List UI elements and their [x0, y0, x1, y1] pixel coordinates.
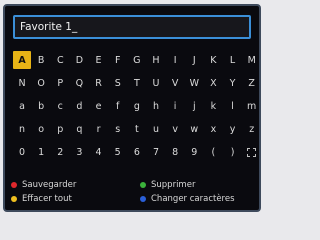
key-f[interactable]: f: [109, 97, 127, 115]
key-H[interactable]: H: [147, 51, 165, 69]
key-y[interactable]: y: [224, 121, 242, 139]
key-8[interactable]: 8: [166, 144, 184, 162]
key-B[interactable]: B: [32, 51, 50, 69]
key-open-paren[interactable]: (: [204, 144, 222, 162]
name-input[interactable]: Favorite 1_: [13, 15, 251, 39]
key-o[interactable]: o: [32, 121, 50, 139]
space-icon: [247, 148, 257, 158]
key-O[interactable]: O: [32, 74, 50, 92]
key-L[interactable]: L: [224, 51, 242, 69]
key-5[interactable]: 5: [109, 144, 127, 162]
key-w[interactable]: w: [185, 121, 203, 139]
key-k[interactable]: k: [204, 97, 222, 115]
key-Y[interactable]: Y: [224, 74, 242, 92]
key-T[interactable]: T: [128, 74, 146, 92]
legend-clear-all-label: Effacer tout: [22, 194, 72, 204]
key-Z[interactable]: Z: [243, 74, 259, 92]
yellow-button-icon: [11, 196, 17, 202]
key-z[interactable]: z: [243, 121, 259, 139]
key-r[interactable]: r: [90, 121, 108, 139]
key-e[interactable]: e: [90, 97, 108, 115]
key-Q[interactable]: Q: [70, 74, 88, 92]
key-M[interactable]: M: [243, 51, 259, 69]
key-E[interactable]: E: [90, 51, 108, 69]
key-1[interactable]: 1: [32, 144, 50, 162]
red-button-icon: [11, 182, 17, 188]
key-x[interactable]: x: [204, 121, 222, 139]
key-U[interactable]: U: [147, 74, 165, 92]
key-K[interactable]: K: [204, 51, 222, 69]
key-d[interactable]: d: [70, 97, 88, 115]
key-X[interactable]: X: [204, 74, 222, 92]
key-j[interactable]: j: [185, 97, 203, 115]
key-space[interactable]: [243, 144, 259, 162]
key-P[interactable]: P: [51, 74, 69, 92]
key-g[interactable]: g: [128, 97, 146, 115]
key-7[interactable]: 7: [147, 144, 165, 162]
legend-change-chars[interactable]: Changer caractères: [140, 194, 235, 204]
key-3[interactable]: 3: [70, 144, 88, 162]
key-R[interactable]: R: [90, 74, 108, 92]
key-6[interactable]: 6: [128, 144, 146, 162]
key-V[interactable]: V: [166, 74, 184, 92]
legend-delete[interactable]: Supprimer: [140, 180, 195, 190]
key-I[interactable]: I: [166, 51, 184, 69]
key-s[interactable]: s: [109, 121, 127, 139]
key-0[interactable]: 0: [13, 144, 31, 162]
key-h[interactable]: h: [147, 97, 165, 115]
key-D[interactable]: D: [70, 51, 88, 69]
key-close-paren[interactable]: ): [224, 144, 242, 162]
key-J[interactable]: J: [185, 51, 203, 69]
key-n[interactable]: n: [13, 121, 31, 139]
legend-clear-all[interactable]: Effacer tout: [11, 194, 72, 204]
key-a[interactable]: a: [13, 97, 31, 115]
legend-change-chars-label: Changer caractères: [151, 194, 235, 204]
key-C[interactable]: C: [51, 51, 69, 69]
key-v[interactable]: v: [166, 121, 184, 139]
key-c[interactable]: c: [51, 97, 69, 115]
key-l[interactable]: l: [224, 97, 242, 115]
key-u[interactable]: u: [147, 121, 165, 139]
key-N[interactable]: N: [13, 74, 31, 92]
key-A[interactable]: A: [13, 51, 31, 69]
key-i[interactable]: i: [166, 97, 184, 115]
legend-save[interactable]: Sauvegarder: [11, 180, 76, 190]
legend-delete-label: Supprimer: [151, 180, 196, 190]
key-m[interactable]: m: [243, 97, 259, 115]
legend-save-label: Sauvegarder: [22, 180, 77, 190]
key-F[interactable]: F: [109, 51, 127, 69]
key-p[interactable]: p: [51, 121, 69, 139]
button-legend: Sauvegarder Supprimer Effacer tout Chang…: [9, 180, 255, 210]
key-9[interactable]: 9: [185, 144, 203, 162]
green-button-icon: [140, 182, 146, 188]
key-W[interactable]: W: [185, 74, 203, 92]
keyboard-dialog: Favorite 1_ ABCDEFGHIJKLM NOPQRSTUVWXYZab…: [3, 4, 261, 212]
key-2[interactable]: 2: [51, 144, 69, 162]
key-S[interactable]: S: [109, 74, 127, 92]
key-G[interactable]: G: [128, 51, 146, 69]
key-t[interactable]: t: [128, 121, 146, 139]
blue-button-icon: [140, 196, 146, 202]
key-4[interactable]: 4: [90, 144, 108, 162]
key-b[interactable]: b: [32, 97, 50, 115]
key-q[interactable]: q: [70, 121, 88, 139]
character-grid: ABCDEFGHIJKLM NOPQRSTUVWXYZabcdefghijklm n…: [13, 51, 259, 162]
